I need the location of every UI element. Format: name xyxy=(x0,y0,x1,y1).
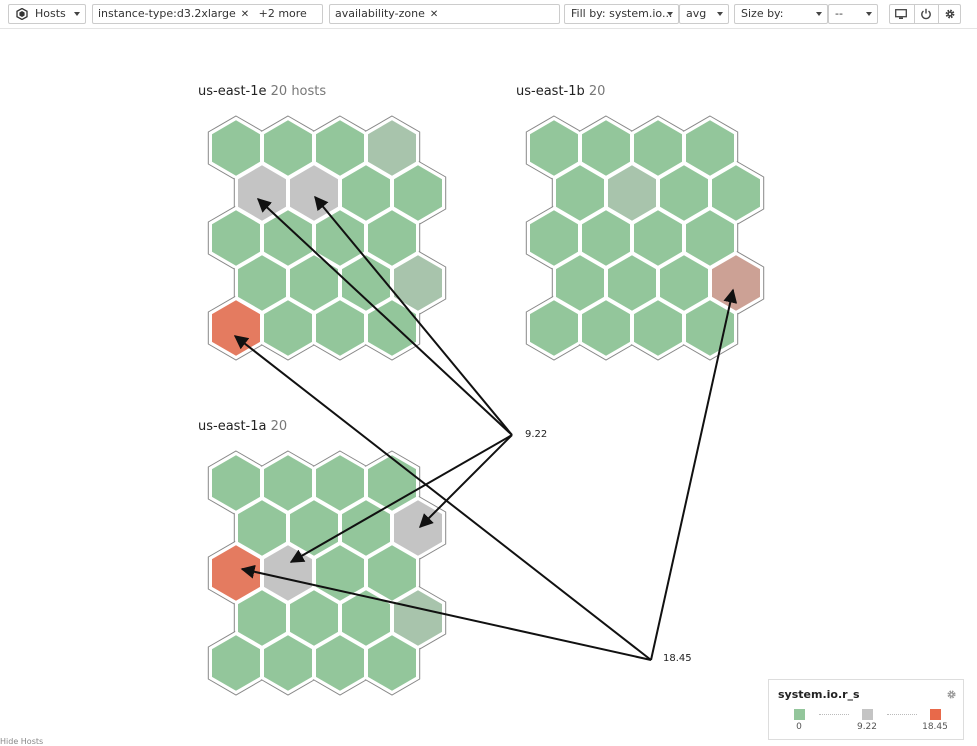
annotation-label: 18.45 xyxy=(663,653,692,664)
annotation-label: 9.22 xyxy=(525,429,548,440)
legend-settings-button[interactable] xyxy=(946,685,957,704)
zone-us-east-1e xyxy=(207,115,447,361)
legend-swatch-max xyxy=(930,709,941,720)
legend-gradient-dots xyxy=(819,714,849,715)
zone-us-east-1b xyxy=(525,115,765,361)
legend-swatch-min xyxy=(794,709,805,720)
host-map xyxy=(207,115,765,696)
legend-swatch-mid xyxy=(862,709,873,720)
gear-icon xyxy=(947,690,956,699)
zone-us-east-1a xyxy=(207,450,447,696)
legend-metric: system.io.r_s xyxy=(778,688,860,701)
legend: system.io.r_s 0 9.22 18.45 xyxy=(768,679,964,740)
legend-label-max: 18.45 xyxy=(922,722,948,732)
legend-label-mid: 9.22 xyxy=(856,722,878,732)
legend-label-min: 0 xyxy=(796,722,802,732)
legend-gradient-dots xyxy=(887,714,917,715)
